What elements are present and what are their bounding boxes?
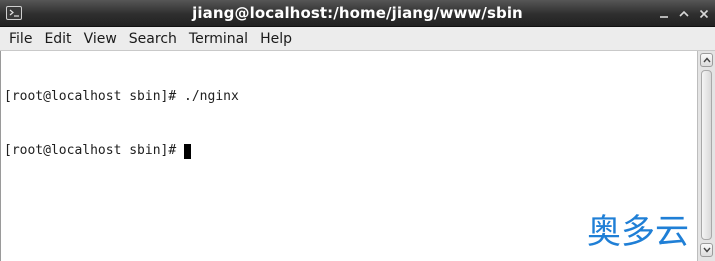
menu-help[interactable]: Help xyxy=(254,28,298,50)
watermark-logo: 奥多云 xyxy=(587,205,693,255)
menu-file[interactable]: File xyxy=(3,28,38,50)
window-title: jiang@localhost:/home/jiang/www/sbin xyxy=(192,4,523,22)
menu-search[interactable]: Search xyxy=(123,28,183,50)
text-cursor xyxy=(184,143,192,159)
shell-prompt: [root@localhost sbin]# xyxy=(4,89,177,104)
watermark-text: 奥多云 xyxy=(587,212,689,252)
maximize-icon[interactable] xyxy=(677,7,691,21)
title-bar[interactable]: jiang@localhost:/home/jiang/www/sbin xyxy=(0,0,715,27)
terminal-line: [root@localhost sbin]# xyxy=(4,142,239,160)
scroll-up-icon[interactable] xyxy=(700,53,713,67)
scroll-thumb[interactable] xyxy=(701,70,712,240)
shell-command: ./nginx xyxy=(176,89,239,104)
scroll-down-icon[interactable] xyxy=(700,243,713,257)
menu-bar: File Edit View Search Terminal Help xyxy=(0,27,715,51)
minimize-icon[interactable] xyxy=(657,7,671,21)
menu-view[interactable]: View xyxy=(78,28,123,50)
window-controls xyxy=(657,7,711,21)
shell-prompt: [root@localhost sbin]# xyxy=(4,143,177,158)
menu-terminal[interactable]: Terminal xyxy=(183,28,254,50)
terminal-line: [root@localhost sbin]# ./nginx xyxy=(4,88,239,106)
close-icon[interactable] xyxy=(697,7,711,21)
menu-edit[interactable]: Edit xyxy=(38,28,77,50)
vertical-scrollbar[interactable] xyxy=(697,51,715,261)
terminal-window: jiang@localhost:/home/jiang/www/sbin Fil… xyxy=(0,0,715,261)
